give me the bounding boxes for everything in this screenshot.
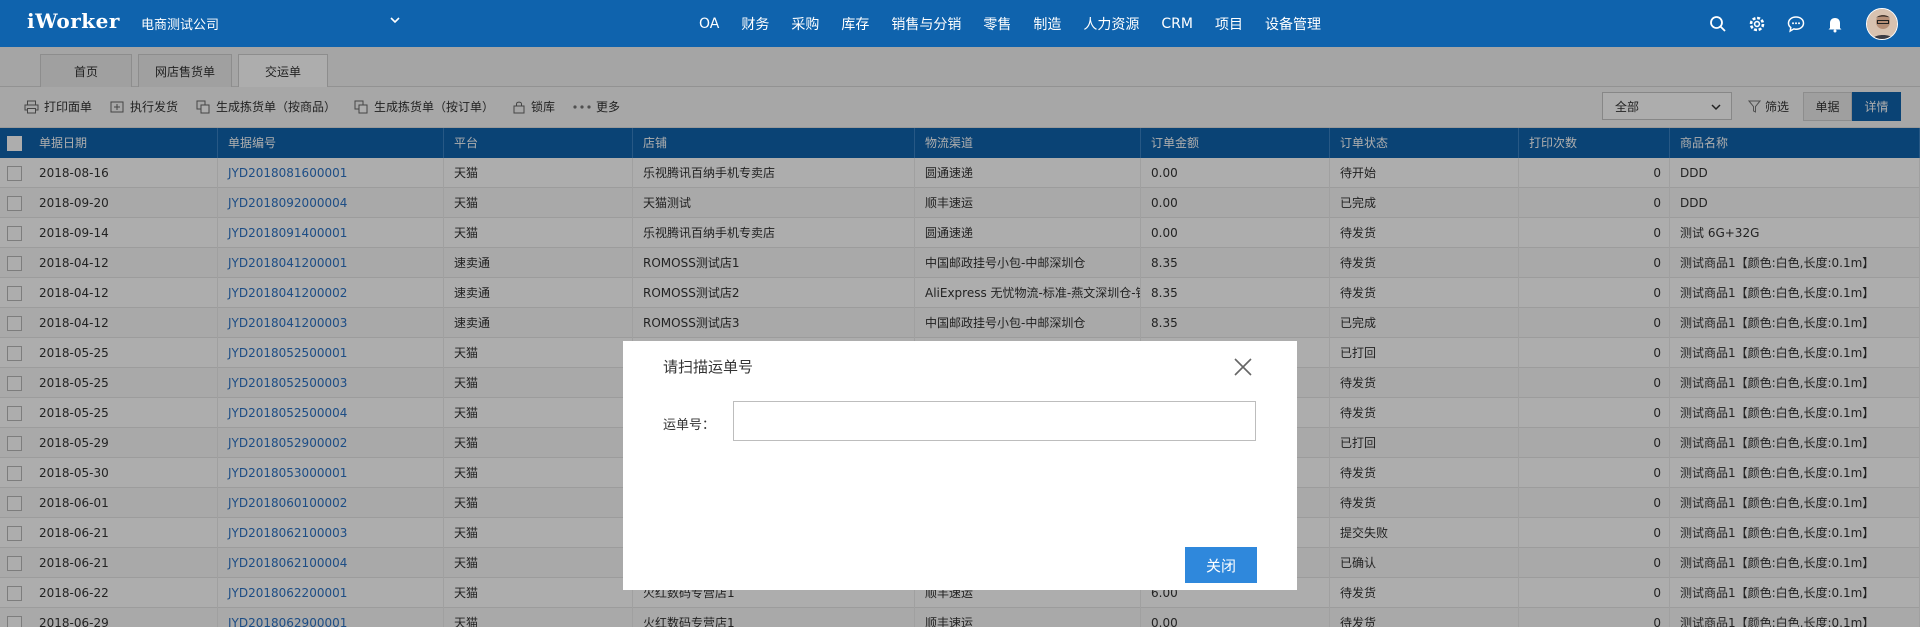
nav-item-oa[interactable]: OA [688, 16, 730, 32]
top-actions [1708, 0, 1920, 47]
nav-item-manufacturing[interactable]: 制造 [1022, 14, 1072, 34]
avatar[interactable] [1866, 7, 1898, 40]
nav-item-equipment[interactable]: 设备管理 [1254, 14, 1332, 34]
bell-icon[interactable] [1825, 14, 1845, 34]
nav-item-hr[interactable]: 人力资源 [1072, 14, 1150, 34]
nav-item-crm[interactable]: CRM [1150, 16, 1204, 32]
company-name[interactable]: 电商测试公司 [141, 14, 219, 33]
nav-item-projects[interactable]: 项目 [1204, 14, 1254, 34]
gear-icon[interactable] [1747, 14, 1767, 34]
nav-item-sales[interactable]: 销售与分销 [880, 14, 972, 34]
dialog-title: 请扫描运单号 [663, 358, 754, 376]
nav-item-finance[interactable]: 财务 [730, 14, 780, 34]
search-icon[interactable] [1708, 14, 1728, 34]
app-logo[interactable]: iWorker [27, 9, 120, 33]
scan-waybill-dialog: 请扫描运单号 运单号： 关闭 [623, 341, 1297, 590]
chat-icon[interactable] [1786, 14, 1806, 34]
close-button[interactable]: 关闭 [1185, 547, 1257, 583]
nav-item-inventory[interactable]: 库存 [830, 14, 880, 34]
nav-item-purchase[interactable]: 采购 [780, 14, 830, 34]
nav-item-retail[interactable]: 零售 [972, 14, 1022, 34]
close-icon[interactable] [1233, 357, 1253, 377]
chevron-down-icon[interactable] [388, 13, 402, 27]
waybill-number-input[interactable] [733, 401, 1256, 441]
main-menu: OA 财务 采购 库存 销售与分销 零售 制造 人力资源 CRM 项目 设备管理 [688, 0, 1332, 47]
waybill-number-label: 运单号： [663, 418, 716, 433]
top-navigation-bar: iWorker 电商测试公司 OA 财务 采购 库存 销售与分销 零售 制造 人… [0, 0, 1920, 47]
